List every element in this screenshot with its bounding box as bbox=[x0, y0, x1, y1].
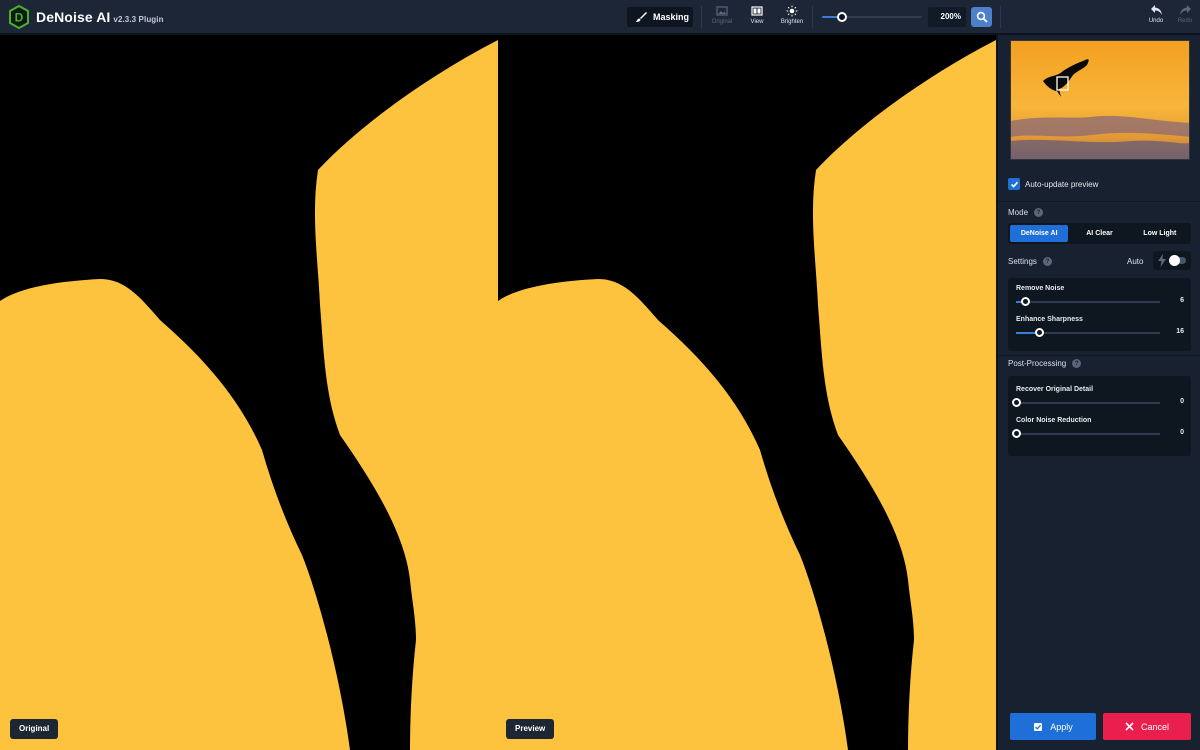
apply-button[interactable]: Apply bbox=[1010, 713, 1096, 740]
settings-sliders-card: Remove Noise 6 Enhance Sharpness 16 bbox=[1008, 278, 1191, 351]
brush-icon bbox=[636, 12, 647, 22]
auto-label: Auto bbox=[1127, 257, 1144, 266]
mode-low-light-button[interactable]: Low Light bbox=[1131, 225, 1189, 242]
lightning-icon bbox=[1158, 254, 1166, 267]
color-noise-value[interactable]: 0 bbox=[1170, 429, 1184, 436]
settings-section-title: Settings ? bbox=[1008, 257, 1052, 266]
brighten-button[interactable]: Brighten bbox=[775, 4, 809, 30]
original-image bbox=[0, 35, 498, 750]
preview-image bbox=[498, 35, 996, 750]
app-title: DeNoise AI v2.3.3 Plugin bbox=[36, 9, 164, 25]
zoom-slider-handle[interactable] bbox=[837, 12, 847, 22]
preview-pane-label: Preview bbox=[506, 719, 555, 739]
preview-pane[interactable]: Preview bbox=[498, 35, 996, 750]
mode-selector: DeNoise AI AI Clear Low Light bbox=[1008, 223, 1191, 244]
sun-icon bbox=[786, 5, 798, 17]
checkmark-icon bbox=[1010, 181, 1018, 188]
settings-panel: Auto-update preview Mode ? DeNoise AI AI… bbox=[997, 35, 1200, 750]
masking-label: Masking bbox=[653, 12, 690, 22]
redo-button[interactable]: Redo bbox=[1170, 4, 1200, 30]
navigator-image bbox=[1011, 41, 1189, 159]
split-view-icon bbox=[751, 6, 763, 16]
view-label: View bbox=[750, 19, 764, 25]
redo-label: Redo bbox=[1177, 18, 1193, 24]
color-noise-slider-group: Color Noise Reduction 0 bbox=[1012, 417, 1184, 443]
auto-update-checkbox[interactable] bbox=[1008, 178, 1020, 190]
color-noise-label: Color Noise Reduction bbox=[1016, 417, 1092, 424]
masking-button[interactable]: Masking bbox=[627, 7, 693, 27]
post-processing-sliders-card: Recover Original Detail 0 Color Noise Re… bbox=[1008, 376, 1191, 456]
top-toolbar: D DeNoise AI v2.3.3 Plugin Masking Origin… bbox=[0, 0, 1200, 34]
auto-update-preview-row[interactable]: Auto-update preview bbox=[1008, 178, 1098, 190]
color-noise-handle[interactable] bbox=[1012, 429, 1021, 438]
toggle-thumb bbox=[1169, 255, 1180, 266]
auto-update-label: Auto-update preview bbox=[1025, 179, 1099, 189]
app-version: v2.3.3 Plugin bbox=[113, 15, 164, 24]
recover-detail-slider[interactable] bbox=[1012, 398, 1160, 407]
brighten-label: Brighten bbox=[780, 19, 804, 25]
view-button[interactable]: View bbox=[740, 4, 774, 30]
panel-divider bbox=[998, 201, 1200, 202]
magnifier-icon bbox=[976, 11, 988, 23]
panel-divider bbox=[998, 355, 1200, 356]
recover-detail-slider-group: Recover Original Detail 0 bbox=[1012, 386, 1184, 412]
recover-detail-value[interactable]: 0 bbox=[1170, 398, 1184, 405]
zoom-button[interactable] bbox=[971, 7, 992, 27]
undo-label: Undo bbox=[1148, 18, 1164, 24]
post-processing-section-title: Post-Processing ? bbox=[1008, 359, 1082, 368]
original-label: Original bbox=[711, 19, 733, 25]
settings-title: Settings bbox=[1008, 257, 1037, 266]
navigator-thumbnail[interactable] bbox=[1010, 40, 1190, 160]
enhance-sharpness-value[interactable]: 16 bbox=[1170, 328, 1184, 335]
original-pane[interactable]: Original bbox=[0, 35, 498, 750]
post-processing-title: Post-Processing bbox=[1008, 359, 1067, 368]
image-icon bbox=[716, 6, 728, 16]
original-button[interactable]: Original bbox=[705, 4, 739, 30]
recover-detail-handle[interactable] bbox=[1012, 398, 1021, 407]
enhance-sharpness-label: Enhance Sharpness bbox=[1016, 316, 1083, 323]
denoise-logo-icon: D bbox=[9, 5, 29, 29]
toolbar-divider bbox=[1000, 6, 1001, 28]
help-icon[interactable]: ? bbox=[1042, 257, 1052, 266]
toolbar-divider bbox=[812, 6, 813, 28]
mode-ai-clear-button[interactable]: AI Clear bbox=[1070, 225, 1128, 242]
remove-noise-slider-group: Remove Noise 6 bbox=[1016, 285, 1184, 311]
image-canvas[interactable]: Original Preview bbox=[0, 35, 996, 750]
remove-noise-value[interactable]: 6 bbox=[1170, 297, 1184, 304]
enhance-sharpness-slider[interactable] bbox=[1016, 328, 1160, 337]
toolbar-divider bbox=[701, 6, 702, 28]
enhance-sharpness-slider-group: Enhance Sharpness 16 bbox=[1016, 316, 1184, 342]
apply-label: Apply bbox=[1050, 721, 1073, 732]
remove-noise-slider[interactable] bbox=[1016, 297, 1160, 306]
cancel-button[interactable]: Cancel bbox=[1103, 713, 1191, 740]
undo-button[interactable]: Undo bbox=[1141, 4, 1171, 30]
undo-icon bbox=[1150, 5, 1162, 15]
recover-detail-label: Recover Original Detail bbox=[1016, 386, 1094, 393]
zoom-slider[interactable] bbox=[822, 12, 922, 22]
close-icon bbox=[1125, 722, 1134, 731]
apply-icon bbox=[1034, 722, 1043, 731]
remove-noise-handle[interactable] bbox=[1020, 297, 1030, 306]
help-icon[interactable]: ? bbox=[1034, 208, 1044, 217]
color-noise-slider[interactable] bbox=[1012, 429, 1160, 438]
original-pane-label: Original bbox=[10, 719, 59, 739]
svg-text:D: D bbox=[15, 11, 24, 25]
help-icon[interactable]: ? bbox=[1072, 359, 1082, 368]
auto-settings-toggle[interactable] bbox=[1153, 251, 1191, 270]
mode-title: Mode bbox=[1008, 208, 1029, 217]
redo-icon bbox=[1179, 5, 1191, 15]
enhance-sharpness-handle[interactable] bbox=[1035, 328, 1045, 337]
cancel-label: Cancel bbox=[1140, 721, 1169, 732]
remove-noise-label: Remove Noise bbox=[1016, 285, 1065, 292]
zoom-value-field[interactable]: 200% bbox=[928, 7, 966, 27]
mode-section-title: Mode ? bbox=[1008, 208, 1044, 217]
mode-denoise-ai-button[interactable]: DeNoise AI bbox=[1010, 225, 1069, 242]
app-name: DeNoise AI bbox=[36, 9, 111, 25]
